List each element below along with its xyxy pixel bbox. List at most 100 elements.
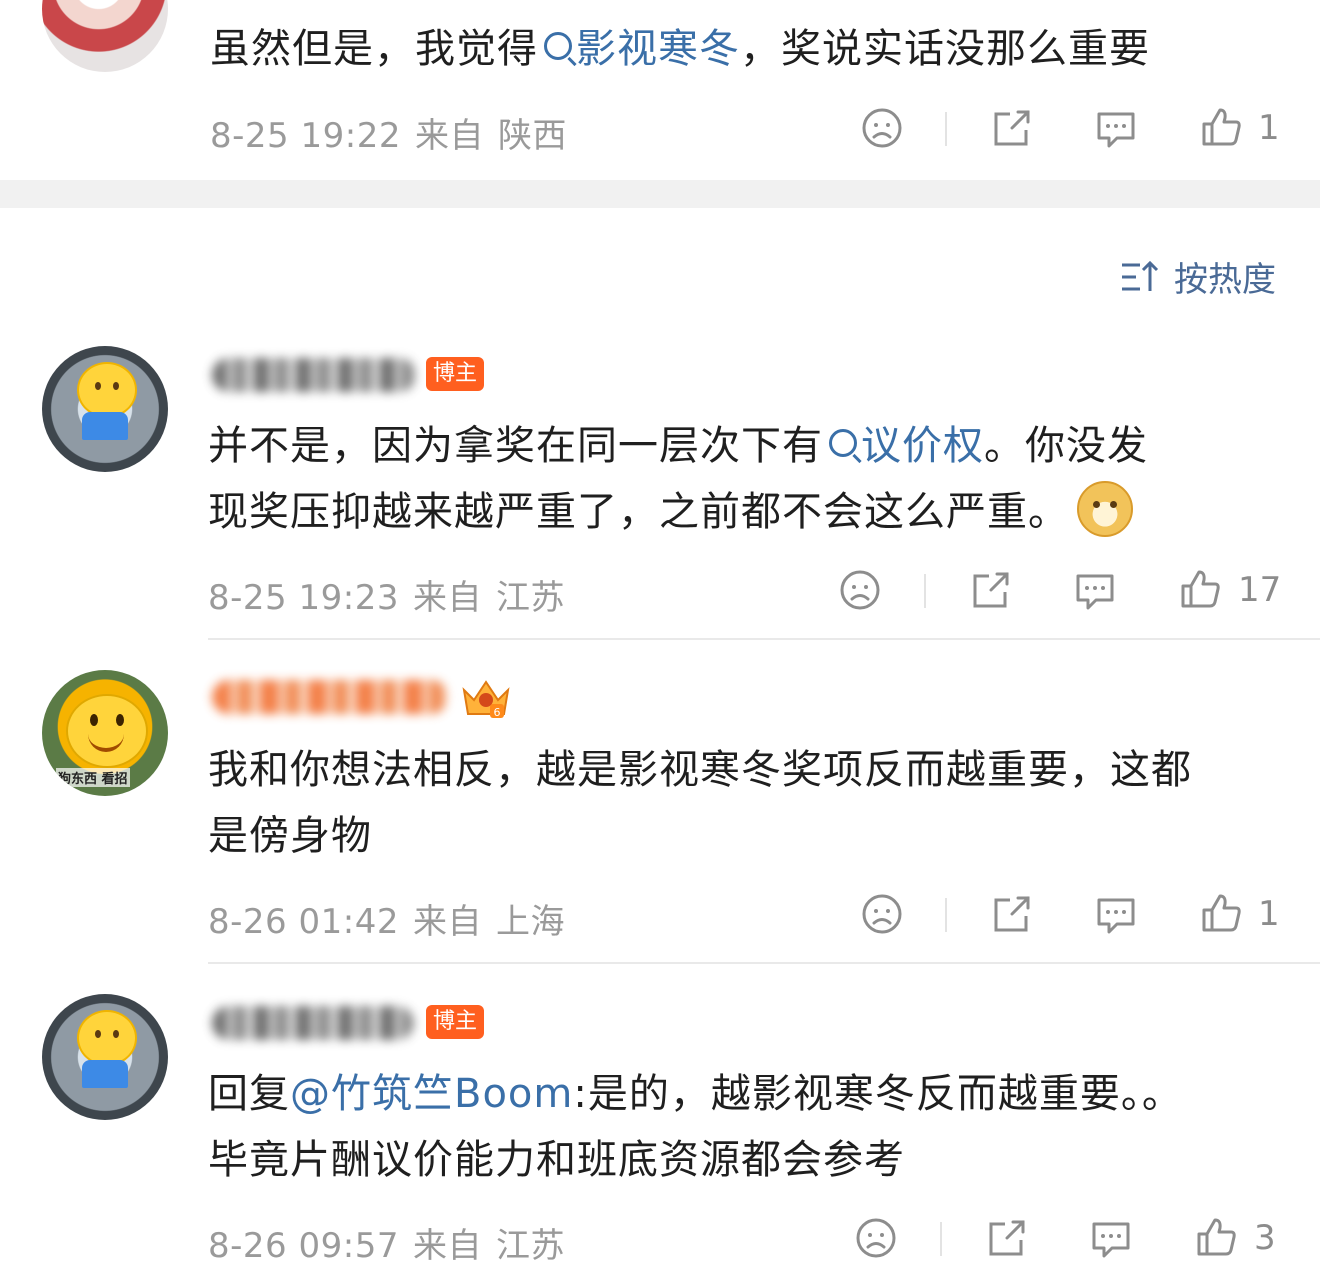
comment-text: 虽然但是，我觉得 影视寒冬，奖说实话没那么重要 [210,16,1150,82]
section-divider [0,180,1320,208]
comment-icon [1097,112,1135,148]
like-button[interactable] [1198,104,1244,150]
dislike-button[interactable] [838,568,882,612]
sad-face-icon [840,570,880,610]
comment-location: 上海 [495,902,565,942]
mention-link[interactable]: @竹筑竺Boom [290,1071,573,1117]
share-button[interactable] [983,1216,1029,1260]
avatar-face [77,362,137,418]
comment-button[interactable] [1093,892,1139,936]
share-button[interactable] [988,892,1034,936]
action-divider [945,898,947,932]
avatar-face [77,1010,137,1066]
comment-text-part: 虽然但是，我觉得 [210,26,538,72]
topic-link-label: 影视寒冬 [576,26,740,72]
sad-face-icon [862,894,902,934]
avatar[interactable]: 狗东西 看招 [42,670,168,796]
action-divider [924,574,926,608]
comment-button[interactable] [1072,568,1118,612]
avatar-body [82,412,128,440]
sort-toggle[interactable]: 按热度 [1120,252,1276,301]
avatar-mouth [88,730,124,752]
share-icon [973,572,1009,608]
sort-icon [1122,260,1159,291]
comment-divider [208,638,1320,640]
like-button[interactable] [1177,566,1223,612]
comment-text-line1: 回复@竹筑竺Boom:是的，越影视寒冬反而越重要。。 [208,1061,1183,1127]
like-button[interactable] [1193,1214,1239,1260]
comment-meta: 8-26 09:57 来自 江苏 [208,1218,579,1267]
topic-link[interactable]: 议价权 [823,423,984,469]
comment-location: 陕西 [497,116,567,156]
comment-from-label: 来自 [412,1226,482,1266]
avatar-eye [90,714,98,726]
like-button[interactable] [1198,890,1244,936]
comment-text-line1: 我和你想法相反，越是影视寒冬奖项反而越重要，这都 [208,747,1192,793]
thumb-up-icon [1202,108,1241,146]
comment-text-line1: 并不是，因为拿奖在同一层次下有 议价权。你没发 [208,413,1148,479]
comment-button[interactable] [1093,106,1139,150]
comment-divider [208,962,1320,964]
like-count: 1 [1258,108,1280,148]
username-blurred[interactable] [212,680,448,714]
reply-prefix: 回复 [208,1071,290,1117]
thumb-up-icon [1181,570,1220,608]
share-button[interactable] [988,106,1034,150]
sad-face-icon [862,108,902,148]
comment-date: 8-26 09:57 [208,1226,399,1266]
author-badge: 博主 [426,357,485,391]
sad-face-icon [856,1218,896,1258]
comment-text-part: 并不是，因为拿奖在同一层次下有 [208,423,823,469]
action-divider [940,1222,942,1256]
dislike-button[interactable] [860,106,904,150]
comment-meta: 8-25 19:23 来自 江苏 [208,570,579,619]
avatar-caption: 狗东西 看招 [56,768,130,787]
doge-emoji-icon [1077,481,1133,537]
avatar-body [82,1060,128,1088]
crown-badge-icon[interactable]: 6 [460,678,510,719]
avatar[interactable] [42,0,168,72]
topic-link-label: 议价权 [861,423,984,469]
comment-date: 8-25 19:22 [210,116,401,156]
comment-text-line2: 毕竟片酬议价能力和班底资源都会参考 [208,1137,905,1183]
comment-text-line2: 是傍身物 [208,813,372,859]
share-button[interactable] [967,568,1013,612]
avatar[interactable] [42,346,168,472]
comment-text-part: :是的，越影视寒冬反而越重要。。 [573,1071,1183,1117]
comment-icon [1076,574,1114,610]
comment-meta: 8-25 19:22 来自 陕西 [210,108,581,157]
comment-text-part: 现奖压抑越来越严重了，之前都不会这么严重。 [208,489,1069,535]
comment-from-label: 来自 [412,578,482,618]
avatar-face [66,694,148,768]
share-icon [989,1220,1025,1256]
share-icon [994,110,1030,146]
comment-from-label: 来自 [412,902,482,942]
username-blurred[interactable] [212,1006,414,1040]
like-count: 17 [1238,570,1282,610]
comment-button[interactable] [1088,1216,1134,1260]
author-badge: 博主 [426,1005,485,1039]
comment-date: 8-26 01:42 [208,902,399,942]
dislike-button[interactable] [854,1216,898,1260]
avatar-eye [116,714,124,726]
svg-text:6: 6 [494,706,501,719]
search-icon [544,32,572,60]
comment-text-line2: 现奖压抑越来越严重了，之前都不会这么严重。 [208,479,1133,545]
like-count: 3 [1254,1218,1276,1258]
topic-link[interactable]: 影视寒冬 [538,26,740,72]
sort-label: 按热度 [1174,260,1276,300]
comment-location: 江苏 [495,1226,565,1266]
comment-location: 江苏 [495,578,565,618]
action-divider [945,112,947,146]
search-icon [829,429,857,457]
comment-from-label: 来自 [414,116,484,156]
avatar[interactable] [42,994,168,1120]
comment-icon [1092,1222,1130,1258]
comment-meta: 8-26 01:42 来自 上海 [208,894,579,943]
comment-text-part: ，奖说实话没那么重要 [740,26,1150,72]
username-blurred[interactable] [212,358,416,392]
comment-text-part: 。你没发 [984,423,1148,469]
share-icon [994,896,1030,932]
dislike-button[interactable] [860,892,904,936]
thumb-up-icon [1197,1218,1236,1256]
